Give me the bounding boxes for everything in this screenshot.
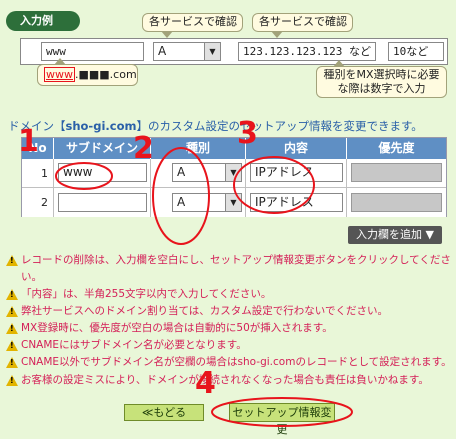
list-item: CNAME以外でサブドメイン名が空欄の場合はsho-gi.comのレコードとして… — [4, 354, 454, 372]
tooltip-confirm-type: 各サービスで確認 — [142, 13, 243, 38]
table-cell: A ▼ — [151, 188, 246, 217]
chevron-down-icon: ▼ — [204, 43, 220, 60]
back-button[interactable]: ≪もどる — [124, 404, 204, 421]
note-text: CNAMEにはサブドメイン名が必要となります。 — [21, 339, 247, 351]
row-number: 2 — [22, 188, 54, 217]
annotation-number-4: 4 — [195, 366, 216, 401]
column-header-content: 内容 — [246, 138, 347, 159]
warning-icon — [6, 289, 18, 300]
annotation-number-2: 2 — [133, 131, 154, 166]
subdomain-input[interactable] — [58, 193, 147, 212]
tooltip-confirm-content: 各サービスで確認 — [252, 13, 353, 38]
tooltip-domain-example: www .■■■.com — [37, 58, 138, 86]
note-text: お客様の設定ミスにより、ドメインが接続されなくなった場合も責任は負いかねます。 — [21, 374, 429, 386]
example-type-value: A — [158, 44, 167, 58]
add-row-button[interactable]: 入力欄を追加 ▼ — [348, 226, 442, 244]
table-cell — [347, 159, 446, 188]
priority-input-disabled — [351, 163, 442, 182]
list-item: お客様の設定ミスにより、ドメインが接続されなくなった場合も責任は負いかねます。 — [4, 372, 454, 389]
table-cell: A ▼ — [151, 159, 246, 188]
type-select[interactable]: A ▼ — [172, 163, 242, 182]
annotation-number-1: 1 — [18, 124, 39, 159]
tooltip-domain-rest: .■■■.com — [75, 68, 137, 81]
note-text: 弊社サービスへのドメイン割り当ては、カスタム設定で行わないでください。 — [21, 305, 388, 317]
list-item: CNAMEにはサブドメイン名が必要となります。 — [4, 337, 454, 354]
warning-icon — [6, 357, 18, 368]
example-section-label: 入力例 — [6, 11, 80, 31]
column-header-type: 種別 — [151, 138, 246, 159]
description-suffix: 】のカスタム設定のセットアップ情報を変更できます。 — [136, 119, 423, 133]
table-cell — [347, 188, 446, 217]
example-row: www A ▼ 123.123.123.123 など 10など — [20, 38, 448, 65]
chevron-down-icon[interactable]: ▼ — [225, 194, 241, 211]
content-input[interactable]: IPアドレス — [250, 193, 343, 212]
tooltip-domain-highlight: www — [44, 67, 75, 82]
table-cell — [54, 188, 151, 217]
warning-icon — [6, 255, 18, 266]
warning-icon — [6, 323, 18, 334]
list-item: 「内容」は、半角255文字以内で入力してください。 — [4, 286, 454, 303]
example-content-field: 123.123.123.123 など — [238, 42, 376, 61]
type-select[interactable]: A ▼ — [172, 193, 242, 212]
table-cell: IPアドレス — [246, 188, 347, 217]
type-select-value: A — [177, 195, 186, 209]
priority-input-disabled — [351, 193, 442, 212]
column-header-priority: 優先度 — [347, 138, 446, 159]
list-item: 弊社サービスへのドメイン割り当ては、カスタム設定で行わないでください。 — [4, 303, 454, 320]
list-item: レコードの削除は、入力欄を空白にし、セットアップ情報変更ボタンをクリックしてくだ… — [4, 252, 454, 286]
warning-icon — [6, 375, 18, 386]
list-item: MX登録時に、優先度が空白の場合は自動的に50が挿入されます。 — [4, 320, 454, 337]
chevron-down-icon[interactable]: ▼ — [225, 164, 241, 181]
content-input[interactable]: IPアドレス — [250, 163, 343, 182]
example-priority-field: 10など — [388, 42, 444, 61]
note-text: MX登録時に、優先度が空白の場合は自動的に50が挿入されます。 — [21, 322, 333, 334]
type-select-value: A — [177, 165, 186, 179]
page-description: ドメイン【sho-gi.com】のカスタム設定のセットアップ情報を変更できます。 — [8, 118, 423, 134]
notes-list: レコードの削除は、入力欄を空白にし、セットアップ情報変更ボタンをクリックしてくだ… — [4, 252, 454, 389]
warning-icon — [6, 306, 18, 317]
note-text: レコードの削除は、入力欄を空白にし、セットアップ情報変更ボタンをクリックしてくだ… — [21, 254, 451, 283]
warning-icon — [6, 340, 18, 351]
tooltip-mx-priority: 種別をMX選択時に必要な際は数字で入力 — [316, 60, 447, 98]
table-cell: IPアドレス — [246, 159, 347, 188]
submit-setup-button[interactable]: セットアップ情報変更 — [229, 403, 335, 436]
dns-record-table: No サブドメイン 種別 内容 優先度 1 www A ▼ IPアドレス 2 A… — [21, 137, 447, 217]
note-text: 「内容」は、半角255文字以内で入力してください。 — [21, 288, 272, 300]
row-number: 1 — [22, 159, 54, 188]
description-domain: sho-gi.com — [65, 119, 137, 133]
annotation-number-3: 3 — [237, 116, 258, 151]
example-type-select: A ▼ — [153, 42, 221, 61]
note-text: CNAME以外でサブドメイン名が空欄の場合はsho-gi.comのレコードとして… — [21, 356, 452, 368]
